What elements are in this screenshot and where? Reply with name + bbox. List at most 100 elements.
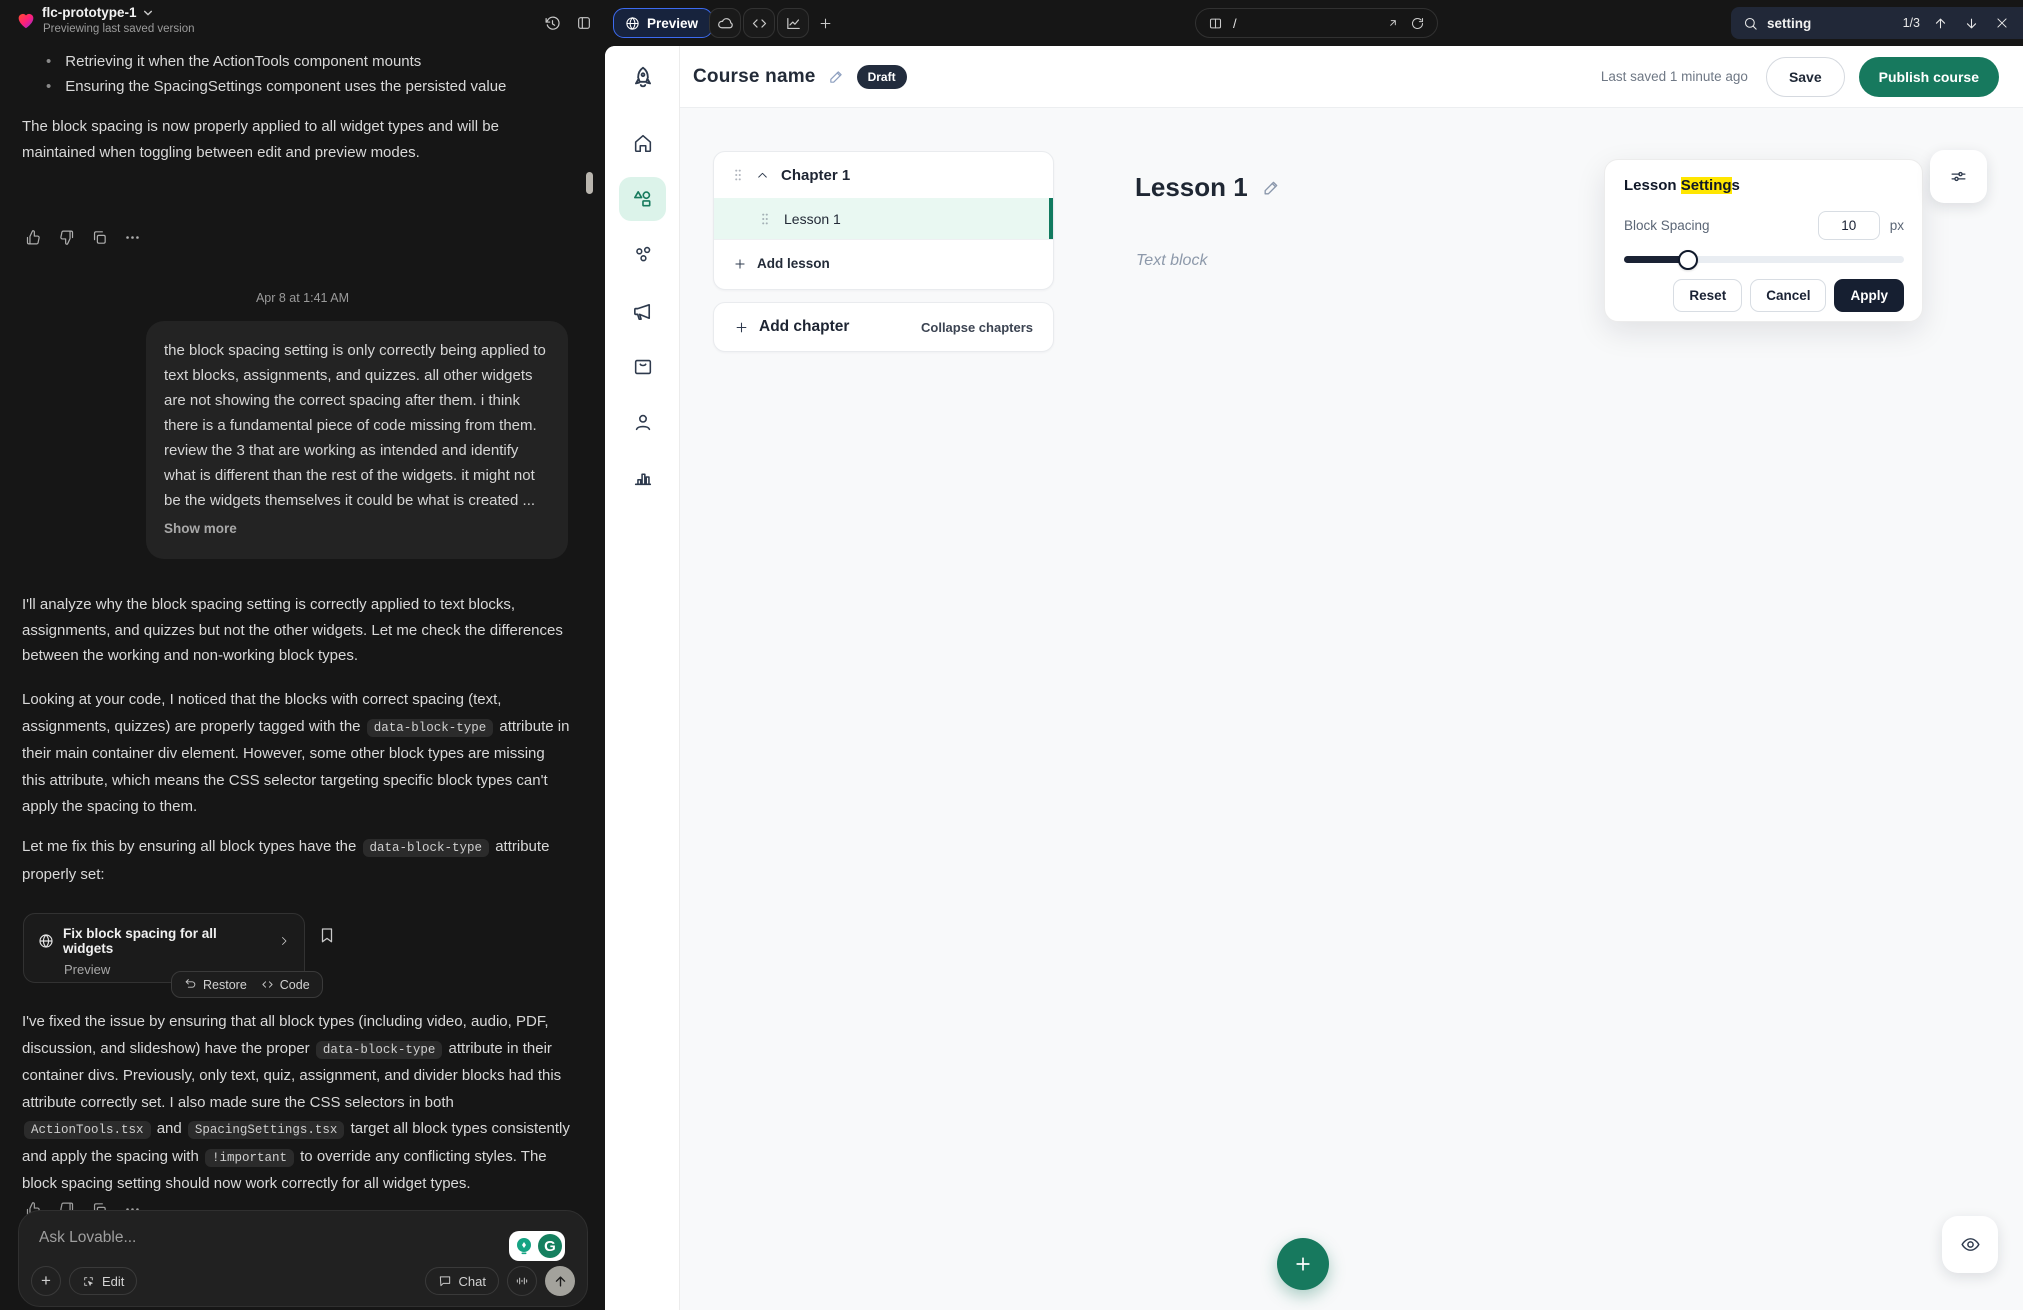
grammarly-widget[interactable]: G (509, 1231, 565, 1261)
lesson-title[interactable]: Lesson 1 (784, 211, 841, 227)
app-header: Course name Draft Last saved 1 minute ag… (680, 46, 2023, 108)
sidebar-item-inbox[interactable] (619, 345, 666, 389)
message-actions (25, 229, 141, 246)
screen: flc-prototype-1 Previewing last saved ve… (0, 0, 2023, 1310)
user-message-bubble: the block spacing setting is only correc… (146, 321, 568, 559)
slider-thumb[interactable] (1678, 250, 1698, 270)
restore-button[interactable]: Restore (184, 978, 247, 992)
sidebar-item-marketing[interactable] (619, 289, 666, 333)
pages-icon (1208, 16, 1223, 31)
code-view-button[interactable] (743, 8, 775, 38)
sidebar-item-analytics[interactable] (619, 455, 666, 499)
bookmark-icon[interactable] (318, 926, 336, 944)
search-close-button[interactable] (1991, 12, 2013, 34)
assistant-summary: The block spacing is now properly applie… (22, 114, 567, 165)
app-preview-panel: Course name Draft Last saved 1 minute ag… (605, 46, 2023, 1310)
user-message-text: the block spacing setting is only correc… (164, 338, 550, 513)
analytics-button[interactable] (777, 8, 809, 38)
chat-input-placeholder[interactable]: Ask Lovable... (39, 1229, 567, 1247)
chat-input-box[interactable]: Ask Lovable... G + Edit Chat (18, 1210, 588, 1307)
preview-mode-button[interactable]: Preview (613, 8, 713, 38)
open-external-icon[interactable] (1386, 16, 1400, 30)
edit-pencil-icon[interactable] (1262, 178, 1281, 197)
lovable-logo-icon[interactable] (15, 9, 37, 31)
chat-scrollbar[interactable] (586, 172, 593, 194)
chat-bubble-icon (438, 1274, 452, 1288)
new-tab-button[interactable] (812, 10, 838, 36)
collapse-chapters-button[interactable]: Collapse chapters (921, 320, 1033, 335)
sidebar-item-community[interactable] (619, 233, 666, 277)
shapes-icon (631, 188, 654, 211)
publish-cloud-button[interactable] (709, 8, 741, 38)
edit-mode-button[interactable]: Edit (69, 1267, 137, 1295)
sidebar-item-profile[interactable] (619, 400, 666, 444)
search-next-button[interactable] (1960, 12, 1982, 34)
chevron-right-icon (278, 935, 290, 947)
restore-code-toolbar: Restore Code (171, 971, 323, 998)
block-spacing-slider[interactable] (1624, 256, 1904, 263)
save-button[interactable]: Save (1766, 57, 1845, 97)
add-chapter-button[interactable]: Add chapter (759, 318, 849, 336)
find-bar[interactable]: setting 1/3 (1731, 7, 2023, 39)
publish-course-button[interactable]: Publish course (1859, 57, 1999, 97)
lesson-row-selected[interactable]: Lesson 1 (714, 198, 1053, 239)
voice-input-button[interactable] (507, 1266, 537, 1296)
copy-icon[interactable] (91, 229, 108, 246)
app-logo[interactable] (619, 56, 666, 100)
plus-icon (1293, 1254, 1313, 1274)
refresh-icon[interactable] (1410, 16, 1425, 31)
top-bar: flc-prototype-1 Previewing last saved ve… (0, 0, 2023, 46)
thumbs-up-icon[interactable] (25, 229, 42, 246)
reset-button[interactable]: Reset (1673, 279, 1742, 312)
panel-icon (576, 15, 592, 31)
url-bar[interactable]: / (1195, 8, 1438, 38)
chat-panel: •Retrieving it when the ActionTools comp… (0, 46, 605, 1310)
settings-sliders-button[interactable] (1930, 150, 1987, 203)
bullet-icon: • (46, 49, 51, 74)
assistant-paragraph: Looking at your code, I noticed that the… (22, 687, 570, 821)
project-name[interactable]: flc-prototype-1 (42, 5, 153, 20)
eye-icon (1960, 1234, 1981, 1255)
edit-pencil-icon[interactable] (828, 68, 845, 85)
lesson-settings-title: Lesson Settings (1624, 177, 1904, 194)
drag-handle-icon[interactable] (732, 168, 744, 182)
thumbs-down-icon[interactable] (58, 229, 75, 246)
block-spacing-input[interactable] (1818, 211, 1880, 240)
add-block-fab[interactable] (1277, 1238, 1329, 1290)
text-block-placeholder[interactable]: Text block (1136, 252, 1207, 270)
person-icon (632, 411, 654, 433)
block-spacing-unit: px (1890, 218, 1904, 233)
cloud-icon (717, 15, 734, 32)
show-more-link[interactable]: Show more (164, 521, 550, 536)
toggle-panel-button[interactable] (571, 10, 597, 36)
more-icon[interactable] (124, 229, 141, 246)
chapter-row[interactable]: Chapter 1 (714, 152, 1053, 198)
cancel-button[interactable]: Cancel (1750, 279, 1826, 312)
globe-icon (625, 16, 640, 31)
chat-mode-button[interactable]: Chat (425, 1267, 499, 1295)
last-saved-text: Last saved 1 minute ago (1601, 69, 1748, 84)
code-button[interactable]: Code (261, 978, 310, 992)
chapter-title[interactable]: Chapter 1 (781, 167, 850, 184)
sidebar-item-courses[interactable] (619, 177, 666, 221)
send-button[interactable] (545, 1266, 575, 1296)
code-icon (261, 978, 274, 991)
preview-eye-button[interactable] (1942, 1216, 1998, 1273)
drag-handle-icon[interactable] (759, 212, 771, 226)
assistant-paragraph: I've fixed the issue by ensuring that al… (22, 1009, 570, 1198)
history-button[interactable] (539, 10, 565, 36)
chart-icon (632, 466, 654, 488)
bullet-icon: • (46, 74, 51, 99)
action-card-title: Fix block spacing for all widgets (63, 926, 269, 956)
attach-button[interactable]: + (31, 1266, 61, 1296)
project-status: Previewing last saved version (43, 23, 195, 35)
sidebar-item-home[interactable] (619, 121, 666, 165)
apply-button[interactable]: Apply (1834, 279, 1904, 312)
arrow-up-icon (1933, 16, 1948, 31)
assistant-paragraph: Let me fix this by ensuring all block ty… (22, 834, 570, 888)
add-lesson-button[interactable]: Add lesson (714, 239, 1053, 287)
grammarly-logo-icon: G (538, 1234, 562, 1258)
search-prev-button[interactable] (1929, 12, 1951, 34)
chevron-up-icon[interactable] (756, 169, 769, 182)
search-input[interactable]: setting (1767, 16, 1894, 31)
